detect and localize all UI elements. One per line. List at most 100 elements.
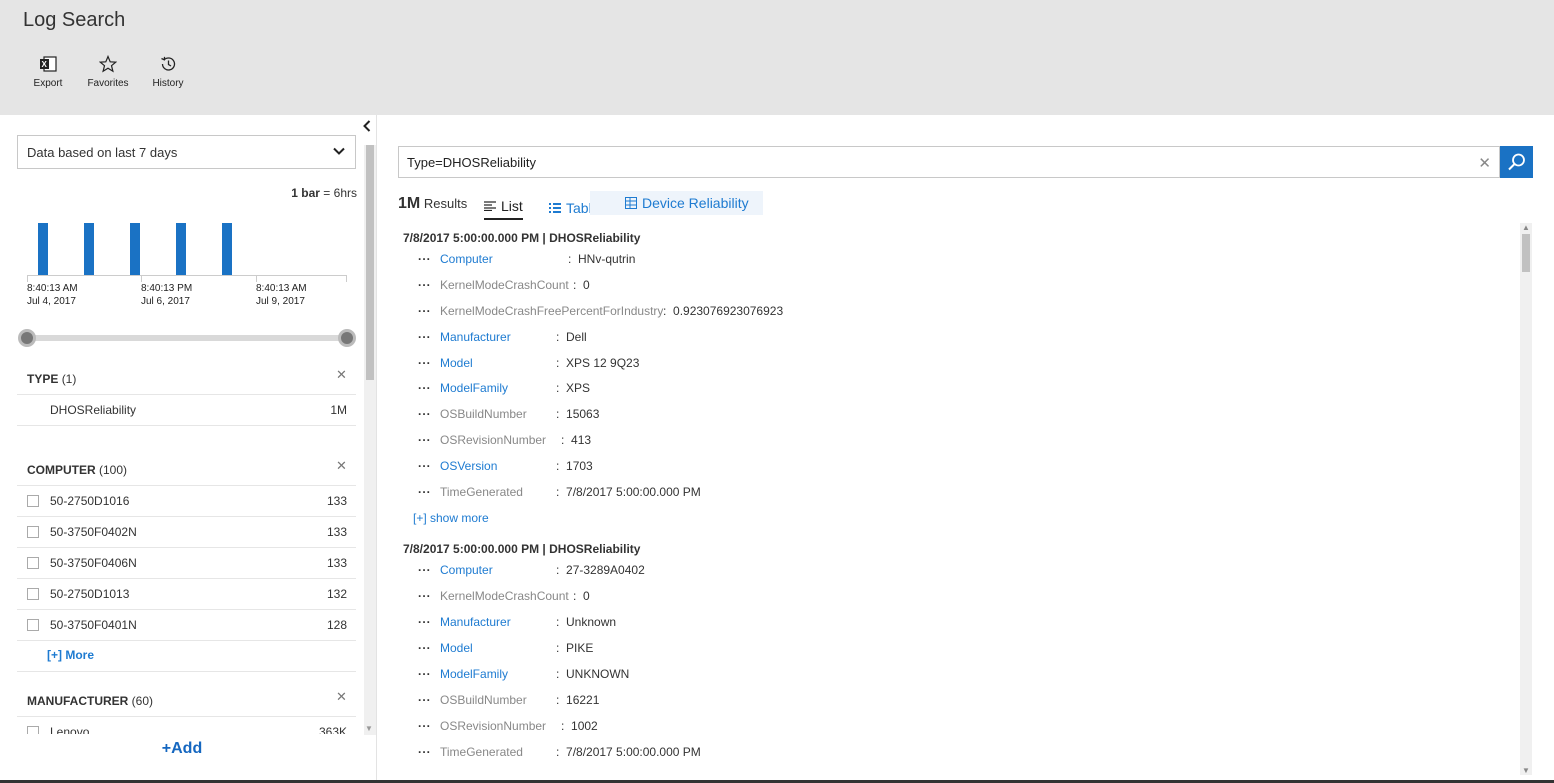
record-header: 7/8/2017 5:00:00.000 PM | DHOSReliabilit…: [403, 542, 641, 556]
field-name[interactable]: OSVersion: [440, 459, 497, 473]
more-actions-icon[interactable]: ...: [418, 404, 431, 418]
search-input[interactable]: [399, 147, 1469, 177]
more-actions-icon[interactable]: ...: [418, 690, 431, 704]
more-actions-icon[interactable]: ...: [418, 301, 431, 315]
field-value[interactable]: : UNKNOWN: [556, 667, 629, 681]
facet-type-item[interactable]: DHOSReliability 1M: [17, 394, 356, 425]
add-facet-button[interactable]: +Add: [0, 740, 364, 758]
histogram-bar[interactable]: [84, 223, 94, 275]
field-value[interactable]: : Dell: [556, 330, 587, 344]
facet-manufacturer-item[interactable]: Lenovo 363K: [17, 716, 356, 734]
field-value[interactable]: : 16221: [556, 693, 599, 707]
histogram-bar[interactable]: [176, 223, 186, 275]
histogram-bar[interactable]: [130, 223, 140, 275]
time-range-slider[interactable]: [27, 335, 347, 341]
field-value[interactable]: : XPS 12 9Q23: [556, 356, 639, 370]
facet-computer-close-icon[interactable]: ✕: [336, 458, 347, 474]
more-actions-icon[interactable]: ...: [418, 742, 431, 756]
bar-scale-unit: 1 bar: [291, 186, 320, 200]
field-name[interactable]: Manufacturer: [440, 330, 511, 344]
filter-pane-scrollbar[interactable]: ▼: [364, 145, 376, 735]
tab-device-reliability[interactable]: Device Reliability: [590, 191, 763, 215]
field-value[interactable]: : HNv-qutrin: [568, 252, 635, 266]
histogram-label-time: 8:40:13 AM: [256, 283, 307, 294]
field-value[interactable]: : 1002: [561, 719, 598, 733]
field-value[interactable]: : 7/8/2017 5:00:00.000 PM: [556, 485, 701, 499]
field-value[interactable]: : 0: [573, 278, 590, 292]
facet-computer-item[interactable]: 50-2750D1016 133: [17, 485, 356, 516]
more-actions-icon[interactable]: ...: [418, 586, 431, 600]
more-actions-icon[interactable]: ...: [418, 378, 431, 392]
field-name[interactable]: Model: [440, 356, 473, 370]
histogram-bar[interactable]: [38, 223, 48, 275]
favorites-button[interactable]: Favorites: [80, 54, 136, 89]
more-actions-icon[interactable]: ...: [418, 612, 431, 626]
field-value[interactable]: : 27-3289A0402: [556, 563, 645, 577]
checkbox[interactable]: [27, 495, 39, 507]
tab-list[interactable]: List: [484, 195, 523, 220]
scroll-up-arrow-icon[interactable]: ▲: [1522, 223, 1530, 232]
field-value[interactable]: : 15063: [556, 407, 599, 421]
time-range-select[interactable]: Data based on last 7 days: [17, 135, 356, 169]
search-icon: [1507, 153, 1525, 171]
facet-computer-item[interactable]: 50-3750F0401N 128: [17, 609, 356, 640]
more-actions-icon[interactable]: ...: [418, 456, 431, 470]
slider-start-handle[interactable]: [18, 329, 36, 347]
field-value[interactable]: : 7/8/2017 5:00:00.000 PM: [556, 745, 701, 759]
more-actions-icon[interactable]: ...: [418, 638, 431, 652]
field-name[interactable]: Computer: [440, 252, 493, 266]
history-button[interactable]: History: [140, 54, 196, 89]
tab-device-label: Device Reliability: [642, 195, 749, 211]
facet-computer-item[interactable]: 50-3750F0402N 133: [17, 516, 356, 547]
more-actions-icon[interactable]: ...: [418, 327, 431, 341]
facet-manufacturer-close-icon[interactable]: ✕: [336, 689, 347, 705]
search-button[interactable]: [1500, 146, 1533, 178]
field-name[interactable]: Model: [440, 641, 473, 655]
show-more-link[interactable]: [+] show more: [413, 511, 489, 525]
field-name: OSBuildNumber: [440, 407, 527, 421]
more-actions-icon[interactable]: ...: [418, 275, 431, 289]
facet-computer-item[interactable]: 50-3750F0406N 133: [17, 547, 356, 578]
field-value[interactable]: : 1703: [556, 459, 593, 473]
field-name[interactable]: Computer: [440, 563, 493, 577]
checkbox[interactable]: [27, 526, 39, 538]
checkbox[interactable]: [27, 619, 39, 631]
field-value[interactable]: : XPS: [556, 381, 590, 395]
more-actions-icon[interactable]: ...: [418, 560, 431, 574]
facet-item-count: 133: [326, 525, 347, 539]
field-value[interactable]: : 413: [561, 433, 591, 447]
field-name[interactable]: Manufacturer: [440, 615, 511, 629]
histogram-label-time: 8:40:13 PM: [141, 283, 193, 294]
facet-computer-more-link[interactable]: [+] More: [47, 648, 94, 662]
field-name[interactable]: ModelFamily: [440, 381, 508, 395]
export-button[interactable]: X Export: [20, 54, 76, 89]
more-actions-icon[interactable]: ...: [418, 664, 431, 678]
field-value[interactable]: : PIKE: [556, 641, 593, 655]
checkbox[interactable]: [27, 588, 39, 600]
field-value[interactable]: : 0.923076923076923: [663, 304, 783, 318]
facet-type-close-icon[interactable]: ✕: [336, 367, 347, 383]
scroll-thumb[interactable]: [1522, 234, 1530, 272]
field-value[interactable]: : Unknown: [556, 615, 616, 629]
more-actions-icon[interactable]: ...: [418, 353, 431, 367]
collapse-pane-button[interactable]: [360, 118, 374, 134]
time-histogram[interactable]: [27, 210, 347, 290]
results-scrollbar[interactable]: ▲ ▼: [1520, 223, 1532, 775]
checkbox[interactable]: [27, 557, 39, 569]
field-value[interactable]: : 0: [573, 589, 590, 603]
more-actions-icon[interactable]: ...: [418, 249, 431, 263]
histogram-label: 8:40:13 AM Jul 9, 2017: [256, 282, 307, 308]
field-name[interactable]: ModelFamily: [440, 667, 508, 681]
more-actions-icon[interactable]: ...: [418, 430, 431, 444]
history-icon: [140, 54, 196, 74]
clear-search-icon[interactable]: ✕: [1478, 154, 1491, 172]
checkbox[interactable]: [27, 726, 39, 734]
facet-computer-item[interactable]: 50-2750D1013 132: [17, 578, 356, 609]
scroll-down-arrow-icon[interactable]: ▼: [1522, 766, 1530, 775]
more-actions-icon[interactable]: ...: [418, 716, 431, 730]
scroll-thumb[interactable]: [366, 145, 374, 380]
more-actions-icon[interactable]: ...: [418, 482, 431, 496]
scroll-down-arrow-icon[interactable]: ▼: [365, 724, 373, 733]
histogram-bar[interactable]: [222, 223, 232, 275]
slider-end-handle[interactable]: [338, 329, 356, 347]
